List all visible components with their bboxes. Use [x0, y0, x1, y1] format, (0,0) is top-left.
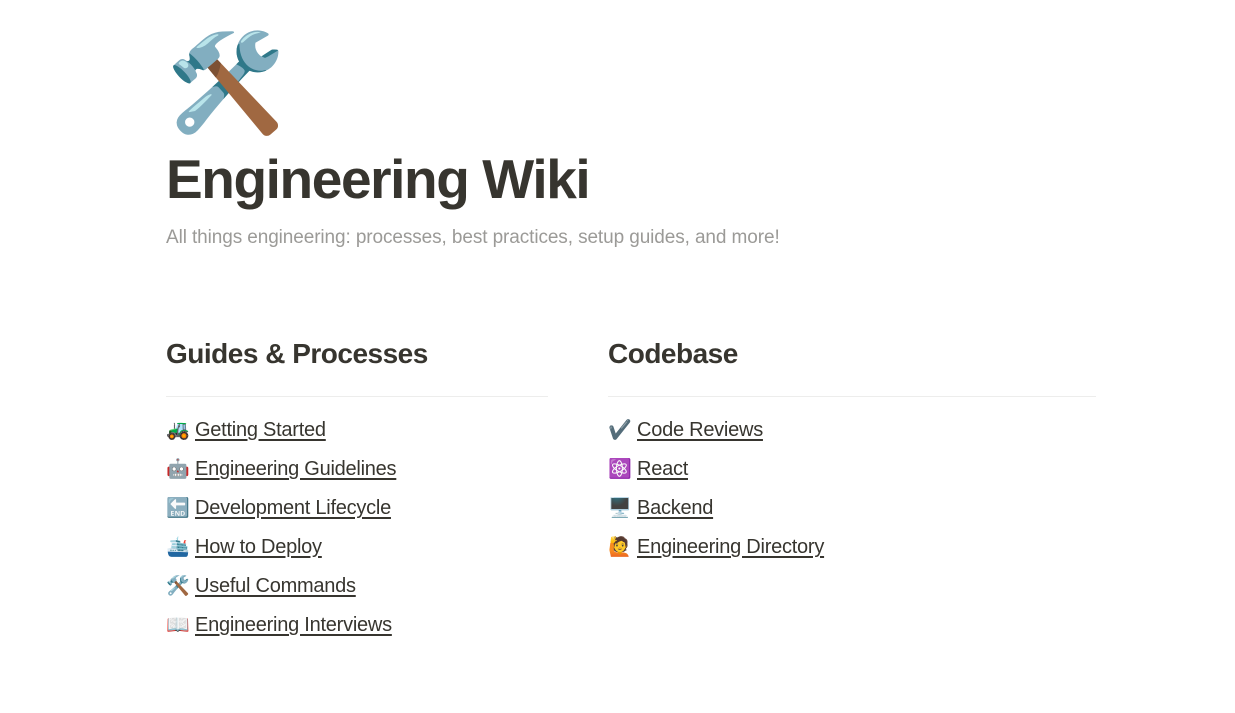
link-engineering-interviews[interactable]: Engineering Interviews [195, 606, 392, 645]
check-mark-icon: ✔️ [608, 419, 632, 441]
link-engineering-guidelines[interactable]: Engineering Guidelines [195, 450, 397, 489]
page-header: 🛠️ Engineering Wiki All things engineeri… [166, 29, 1166, 251]
person-raising-hand-icon: 🙋 [608, 536, 632, 558]
list-item[interactable]: 🛳️ How to Deploy [166, 528, 548, 567]
passenger-ship-icon: 🛳️ [166, 536, 190, 558]
link-development-lifecycle[interactable]: Development Lifecycle [195, 489, 391, 528]
column-divider-right [608, 396, 1096, 397]
list-item[interactable]: 🖥️ Backend [608, 489, 1096, 528]
list-item[interactable]: 🛠️ Useful Commands [166, 567, 548, 606]
link-getting-started[interactable]: Getting Started [195, 411, 326, 450]
list-item[interactable]: 🔚 Development Lifecycle [166, 489, 548, 528]
list-item[interactable]: 🤖 Engineering Guidelines [166, 450, 548, 489]
robot-icon: 🤖 [166, 458, 190, 480]
desktop-computer-icon: 🖥️ [608, 497, 632, 519]
link-list-guides-and-processes: 🚜 Getting Started 🤖 Engineering Guidelin… [166, 411, 548, 645]
wiki-page: 🛠️ Engineering Wiki All things engineeri… [0, 0, 1235, 713]
column-heading-codebase: Codebase [608, 338, 738, 369]
list-item[interactable]: 🚜 Getting Started [166, 411, 548, 450]
list-item[interactable]: 📖 Engineering Interviews [166, 606, 548, 645]
hammer-and-wrench-icon: 🛠️ [166, 575, 190, 597]
link-engineering-directory[interactable]: Engineering Directory [637, 528, 824, 567]
list-item[interactable]: ✔️ Code Reviews [608, 411, 1096, 450]
column-codebase: Codebase ✔️ Code Reviews ⚛️ React 🖥️ Bac… [602, 336, 1096, 567]
column-heading-guides-and-processes: Guides & Processes [166, 338, 428, 369]
list-item[interactable]: ⚛️ React [608, 450, 1096, 489]
link-react[interactable]: React [637, 450, 688, 489]
column-guides-and-processes: Guides & Processes 🚜 Getting Started 🤖 E… [166, 336, 602, 645]
link-code-reviews[interactable]: Code Reviews [637, 411, 763, 450]
link-useful-commands[interactable]: Useful Commands [195, 567, 356, 606]
end-arrow-icon: 🔚 [166, 497, 190, 519]
open-book-icon: 📖 [166, 614, 190, 636]
content-columns: Guides & Processes 🚜 Getting Started 🤖 E… [166, 336, 1096, 645]
page-title: Engineering Wiki [166, 148, 591, 210]
link-backend[interactable]: Backend [637, 489, 713, 528]
column-divider-left [166, 396, 548, 397]
atom-symbol-icon: ⚛️ [608, 458, 632, 480]
page-hammer-and-wrench-icon[interactable]: 🛠️ [166, 29, 1166, 150]
page-subtitle: All things engineering: processes, best … [166, 227, 780, 249]
list-item[interactable]: 🙋 Engineering Directory [608, 528, 1096, 567]
link-how-to-deploy[interactable]: How to Deploy [195, 528, 322, 567]
link-list-codebase: ✔️ Code Reviews ⚛️ React 🖥️ Backend 🙋 En… [608, 411, 1096, 567]
tractor-icon: 🚜 [166, 419, 190, 441]
